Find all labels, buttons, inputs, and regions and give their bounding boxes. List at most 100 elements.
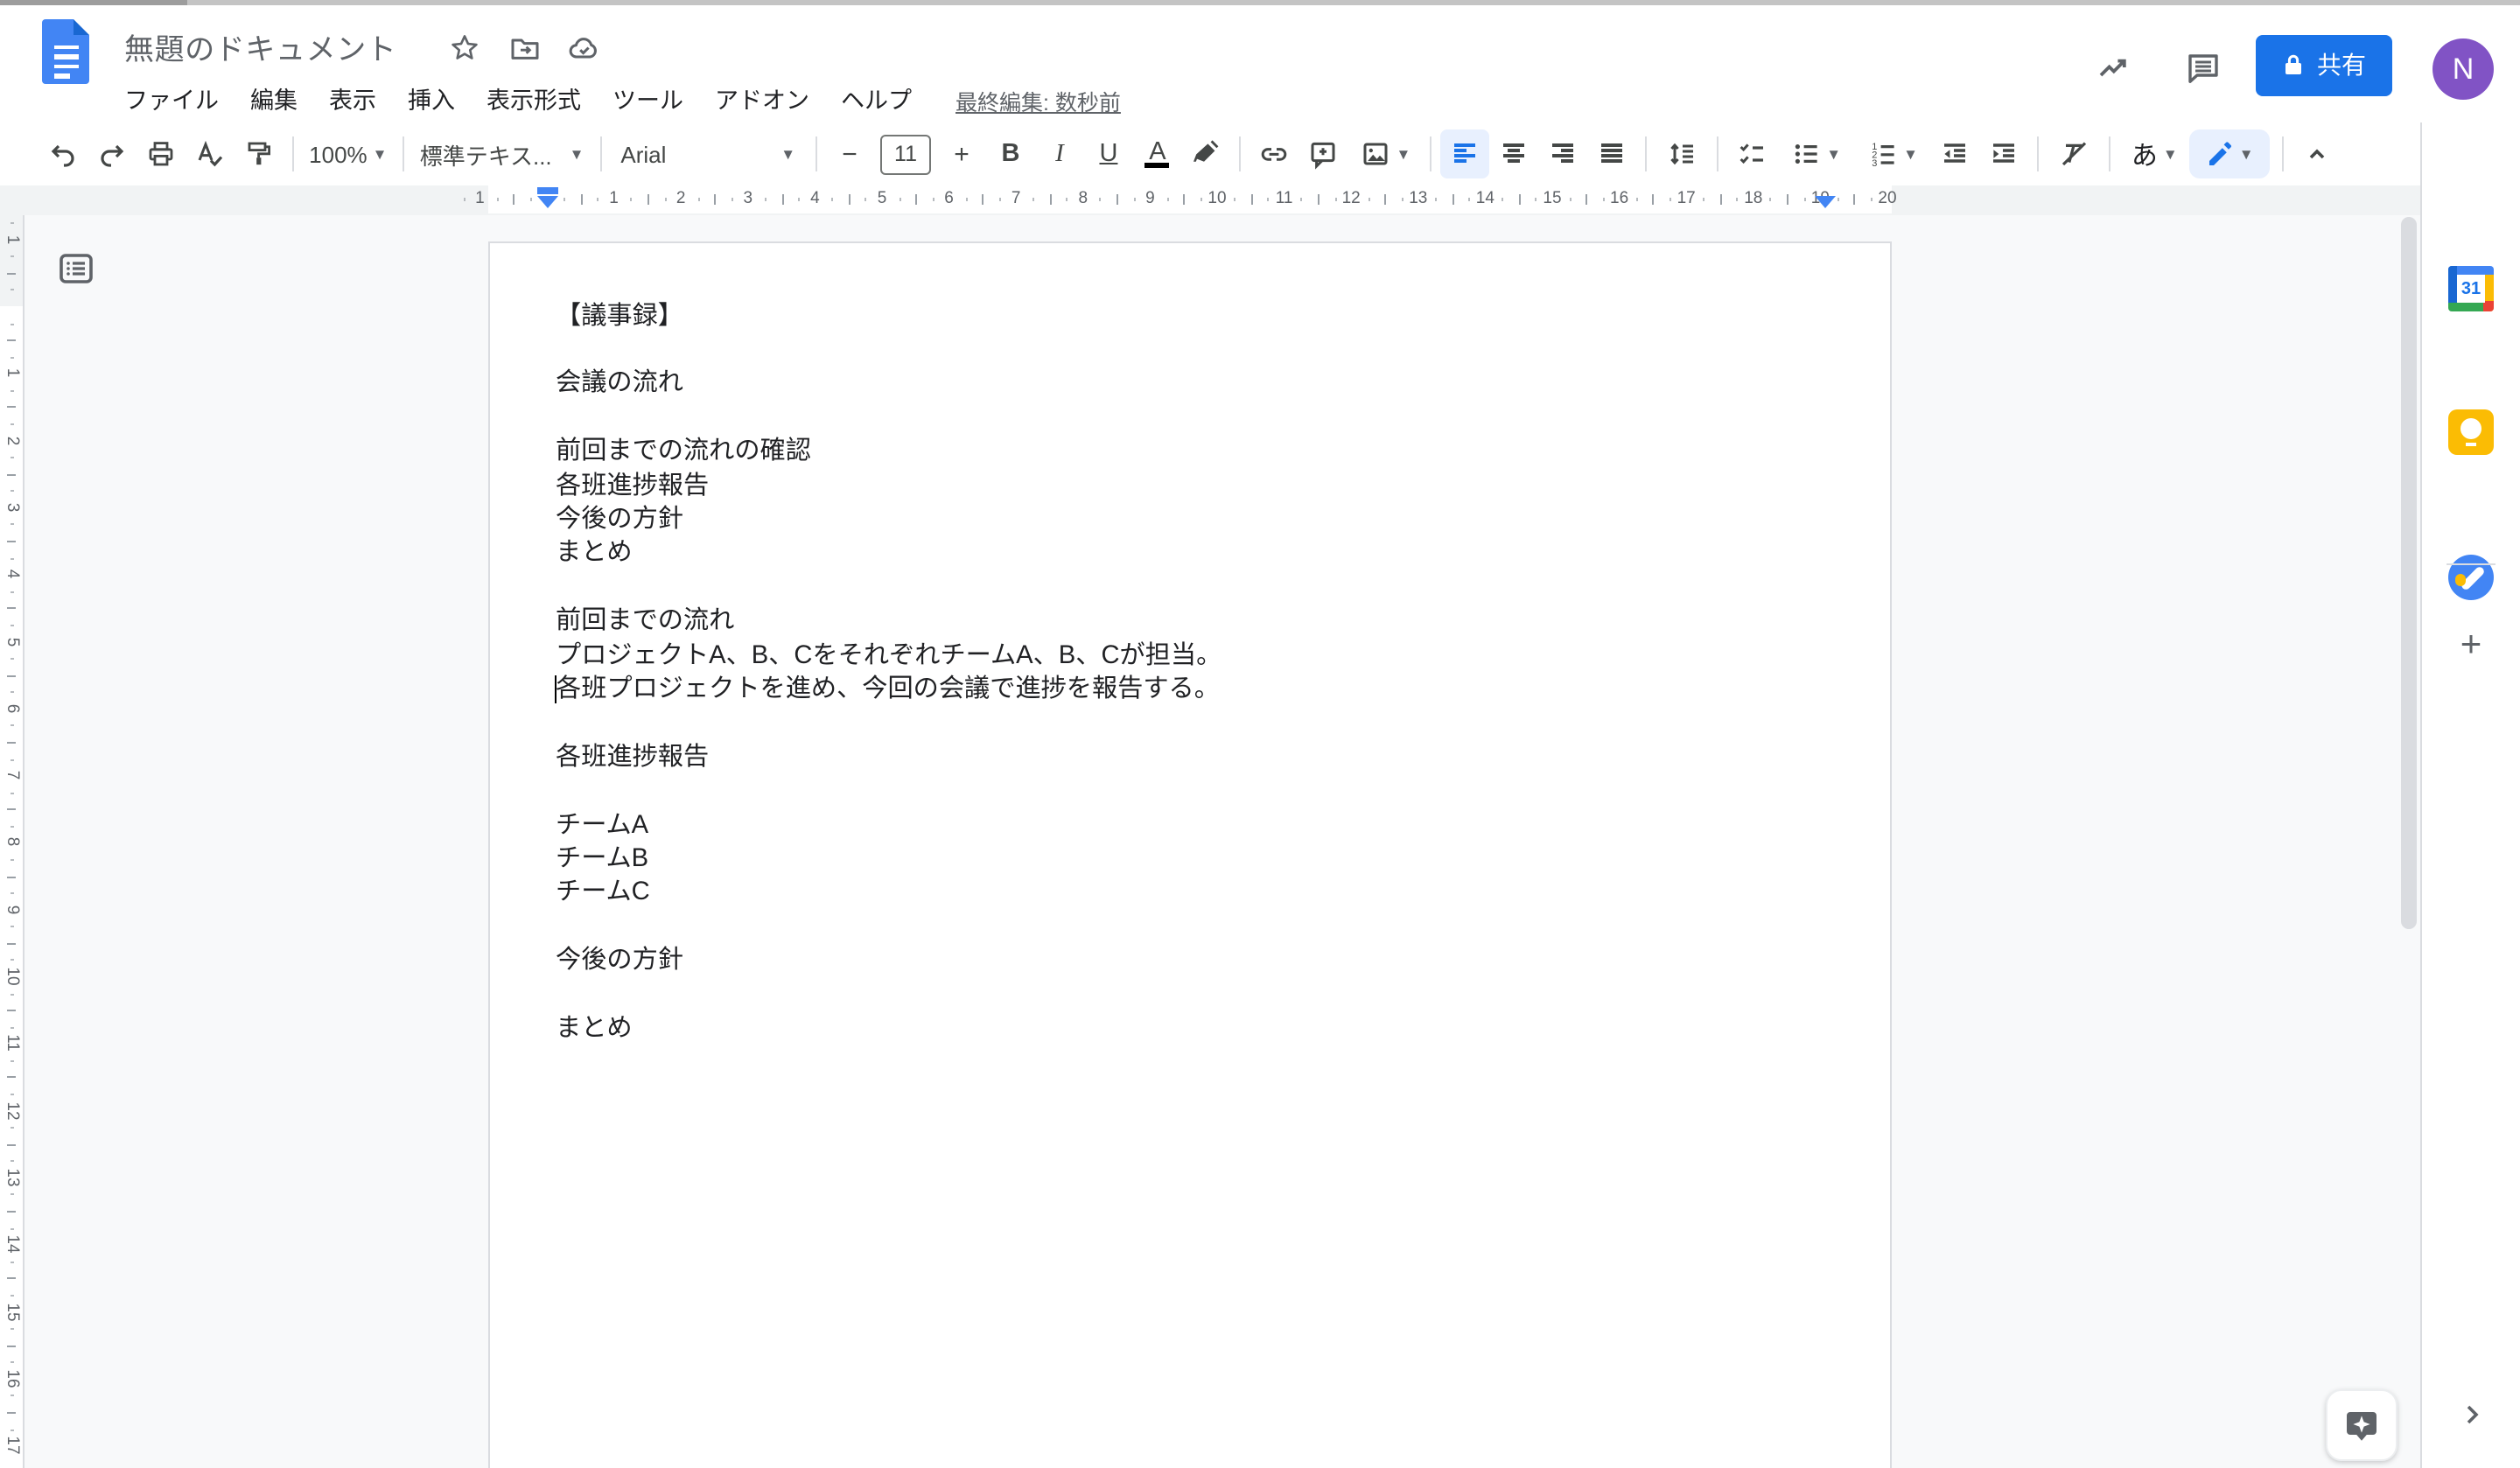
bold-button[interactable]: B <box>986 129 1035 178</box>
add-comment-button[interactable] <box>1299 129 1348 178</box>
star-button[interactable] <box>443 27 485 69</box>
ruler-tick <box>1586 194 1587 204</box>
checklist-button[interactable] <box>1728 129 1777 178</box>
menu-item-insert[interactable]: 挿入 <box>392 80 471 122</box>
calendar-icon[interactable]: 31 <box>2448 266 2494 311</box>
move-button[interactable] <box>504 27 546 69</box>
doc-line[interactable] <box>556 334 1820 368</box>
doc-line[interactable]: 前回までの流れの確認 <box>556 436 1820 470</box>
redo-button[interactable] <box>88 129 136 178</box>
document-page[interactable]: 【議事録】 会議の流れ 前回までの流れの確認各班進捗報告今後の方針まとめ 前回ま… <box>487 241 1892 1468</box>
doc-line[interactable]: 今後の方針 <box>556 504 1820 538</box>
doc-line[interactable] <box>556 775 1820 809</box>
doc-line[interactable]: チームC <box>556 877 1820 912</box>
text-cursor <box>554 675 556 704</box>
input-tools-button[interactable]: あ ▼ <box>2119 129 2189 178</box>
underline-button[interactable]: U <box>1084 129 1133 178</box>
insert-link-button[interactable] <box>1250 129 1299 178</box>
menu-item-edit[interactable]: 編集 <box>234 80 313 122</box>
keep-icon[interactable] <box>2448 409 2494 455</box>
chevron-down-icon: ▼ <box>570 145 584 163</box>
doc-line[interactable]: 各班進捗報告 <box>556 470 1820 504</box>
text-color-button[interactable]: A <box>1133 129 1182 178</box>
stats-icon <box>2095 48 2133 87</box>
doc-line[interactable]: まとめ <box>556 1013 1820 1047</box>
doc-line[interactable] <box>556 402 1820 436</box>
explore-button[interactable] <box>2326 1389 2398 1461</box>
align-left-button[interactable] <box>1441 129 1490 178</box>
document-outline-icon <box>59 253 92 283</box>
ruler-tick <box>1435 197 1437 201</box>
justify-button[interactable] <box>1588 129 1637 178</box>
docs-logo-icon[interactable] <box>42 18 89 83</box>
numbered-list-button[interactable]: 1 2 3 ▼ <box>1854 129 1931 178</box>
doc-line[interactable] <box>556 912 1820 946</box>
doc-line[interactable]: 今後の方針 <box>556 945 1820 979</box>
v-ruler-number: 4 <box>3 563 20 585</box>
highlight-color-button[interactable] <box>1182 129 1231 178</box>
zoom-select[interactable]: 100% ▼ <box>303 129 394 178</box>
editing-mode-button[interactable]: ▼ <box>2189 129 2270 178</box>
doc-line[interactable] <box>556 979 1820 1013</box>
logo-line <box>53 64 78 68</box>
align-center-button[interactable] <box>1490 129 1539 178</box>
share-button[interactable]: 共有 <box>2256 34 2392 95</box>
hide-menus-button[interactable] <box>2292 129 2342 178</box>
print-button[interactable] <box>136 129 186 178</box>
hide-side-panel-button[interactable] <box>2448 1391 2494 1437</box>
line-spacing-button[interactable] <box>1656 129 1709 178</box>
show-outline-button[interactable] <box>54 247 96 289</box>
italic-button[interactable]: I <box>1035 129 1084 178</box>
h-ruler-number: 13 <box>1409 187 1427 212</box>
ruler-tick <box>1368 197 1369 201</box>
open-comments-button[interactable] <box>2177 41 2230 94</box>
ruler-tick <box>10 1262 14 1263</box>
doc-line[interactable]: まとめ <box>556 538 1820 572</box>
horizontal-ruler[interactable]: 11234567891011121314151617181920 <box>0 185 2422 215</box>
get-addons-button[interactable]: + <box>2448 623 2494 668</box>
doc-line[interactable]: 会議の流れ <box>556 368 1820 402</box>
left-indent-marker[interactable] <box>536 195 557 207</box>
align-right-button[interactable] <box>1539 129 1588 178</box>
insert-image-button[interactable]: ▼ <box>1348 129 1422 178</box>
document-title[interactable]: 無題のドキュメント <box>124 24 396 67</box>
doc-line[interactable] <box>556 572 1820 606</box>
menu-item-help[interactable]: ヘルプ <box>825 80 928 122</box>
doc-line[interactable]: チームA <box>556 809 1820 843</box>
doc-line[interactable]: 各班プロジェクトを進め、今回の会議で進捗を報告する。 <box>556 674 1820 708</box>
menu-item-addons[interactable]: アドオン <box>699 80 825 122</box>
decrease-indent-button[interactable] <box>1930 129 1979 178</box>
menu-item-format[interactable]: 表示形式 <box>471 80 597 122</box>
font-size-input[interactable]: 11 <box>879 134 932 174</box>
menu-item-tools[interactable]: ツール <box>597 80 699 122</box>
save-status-button[interactable] <box>564 27 606 69</box>
last-edit-link[interactable]: 最終編集: 数秒前 <box>956 84 1121 117</box>
doc-line[interactable]: チームB <box>556 843 1820 877</box>
vertical-scrollbar[interactable] <box>2400 217 2417 929</box>
doc-line[interactable]: 各班進捗報告 <box>556 742 1820 776</box>
first-line-indent-marker[interactable] <box>536 186 557 194</box>
doc-line[interactable] <box>556 708 1820 742</box>
doc-line[interactable]: 前回までの流れ <box>556 605 1820 640</box>
clear-formatting-button[interactable] <box>2048 129 2100 178</box>
bulleted-list-button[interactable]: ▼ <box>1777 129 1854 178</box>
document-stats-button[interactable] <box>2088 41 2140 94</box>
bulleted-list-icon <box>1789 138 1821 170</box>
right-indent-marker[interactable] <box>1815 195 1836 207</box>
undo-button[interactable] <box>38 129 88 178</box>
increase-indent-button[interactable] <box>1979 129 2028 178</box>
paragraph-styles-select[interactable]: 標準テキス... ▼ <box>413 129 592 178</box>
doc-line[interactable]: 【議事録】 <box>556 300 1820 334</box>
font-select[interactable]: Arial ▼ <box>610 129 806 178</box>
paint-format-button[interactable] <box>234 129 284 178</box>
doc-line[interactable]: プロジェクトA、B、CをそれぞれチームA、B、Cが担当。 <box>556 640 1820 674</box>
increase-font-size-button[interactable]: + <box>937 129 986 178</box>
spelling-check-button[interactable] <box>186 129 234 178</box>
vertical-ruler[interactable]: 11234567891011121314151617 <box>0 215 24 1468</box>
menu-item-view[interactable]: 表示 <box>313 80 392 122</box>
menu-item-file[interactable]: ファイル <box>108 80 234 122</box>
ruler-tick <box>10 1395 14 1397</box>
decrease-font-size-button[interactable]: − <box>825 129 874 178</box>
avatar[interactable]: N <box>2432 38 2494 100</box>
tasks-icon[interactable] <box>2448 555 2494 600</box>
